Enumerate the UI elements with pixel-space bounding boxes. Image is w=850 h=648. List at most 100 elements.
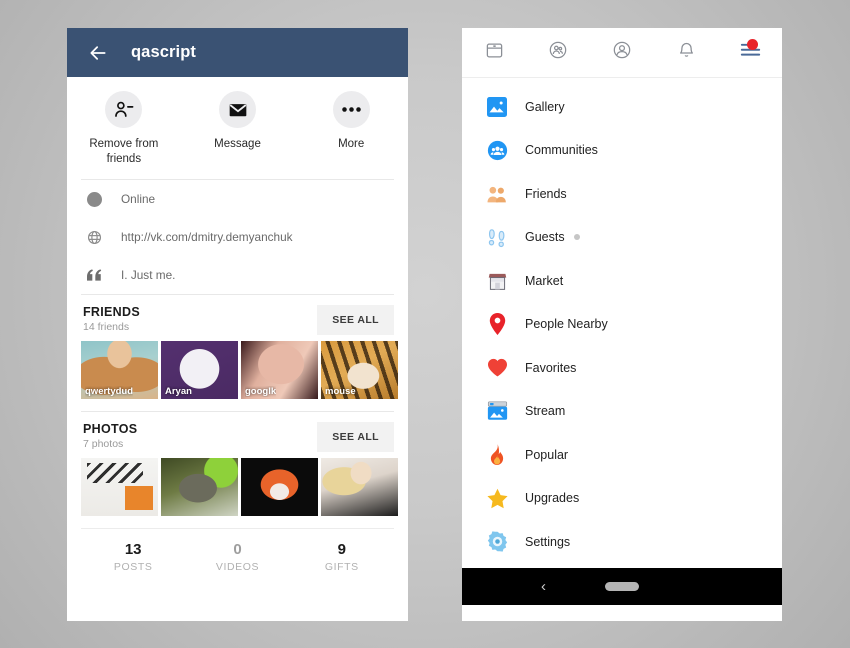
stat-value: 13 [124,541,142,558]
menu-item-label: Favorites [525,360,577,375]
quote-icon [83,269,105,281]
photos-section-title: PHOTOS [83,422,138,436]
menu-item-people-nearby[interactable]: People Nearby [462,303,782,347]
photos-thumbnail-strip [67,458,408,516]
menu-item-label: Friends [525,186,567,201]
website-url-text[interactable]: http://vk.com/dmitry.demyanchuk [121,230,293,244]
menu-item-label: Settings [525,534,571,549]
menu-item-popular[interactable]: Popular [462,433,782,477]
popular-fire-icon [486,444,508,466]
friend-thumbnail[interactable]: Aryan [161,341,238,399]
remove-from-friends-button[interactable]: Remove from friends [67,91,181,167]
menu-item-label: Gallery [525,99,565,114]
stat-videos[interactable]: 0 VIDEOS [185,541,289,573]
website-row[interactable]: http://vk.com/dmitry.demyanchuk [67,218,408,256]
action-label: Remove from friends [89,138,159,165]
guests-footprints-icon [486,226,508,248]
side-menu-list: Gallery Communities Friends Guests Marke… [462,78,782,568]
menu-item-favorites[interactable]: Favorites [462,346,782,390]
menu-item-label: Communities [525,143,598,158]
status-quote-row[interactable]: I. Just me. [67,256,408,294]
menu-item-gallery[interactable]: Gallery [462,85,782,129]
profile-screen-panel: qascript Remove from friends Message Mor… [67,28,408,621]
friends-count-label: 14 friends [83,321,130,333]
guests-status-dot [573,234,580,241]
menu-item-label: Popular [525,447,569,462]
photo-thumbnail[interactable] [81,458,158,516]
arrow-left-icon[interactable] [87,42,109,64]
page-title: qascript [131,43,196,61]
photos-section-header: PHOTOS 7 photos SEE ALL [67,412,408,458]
app-bar: qascript [67,28,408,77]
globe-icon [83,230,105,245]
stat-label: POSTS [113,561,153,573]
upgrades-star-icon [486,487,508,509]
friend-name-label: mouse [325,386,356,397]
nav-home-pill-icon[interactable] [605,582,639,591]
bell-icon [677,41,696,65]
profile-actions-row: Remove from friends Message More [67,77,408,179]
friends-section-title: FRIENDS [83,305,140,319]
nav-back-icon[interactable]: ‹ [541,578,546,595]
photo-thumbnail[interactable] [241,458,318,516]
profile-circle-icon [612,40,632,65]
menu-item-upgrades[interactable]: Upgrades [462,477,782,521]
status-quote-text: I. Just me. [121,268,176,282]
tab-notifications[interactable] [654,28,718,77]
stat-posts[interactable]: 13 POSTS [81,541,185,573]
message-button[interactable]: Message [181,91,295,167]
photo-thumbnail[interactable] [321,458,398,516]
menu-item-label: Guests [525,230,565,245]
menu-item-guests[interactable]: Guests [462,216,782,260]
people-nearby-pin-icon [486,313,508,336]
menu-item-label: Stream [525,404,566,419]
more-dots-icon [332,91,370,128]
online-status-text: Online [121,192,156,206]
friend-name-label: Aryan [165,386,192,397]
more-button[interactable]: More [294,91,408,167]
notification-badge [747,39,758,50]
friend-name-label: qwertydud [85,386,134,397]
online-status-row[interactable]: Online [67,180,408,218]
tab-menu[interactable] [718,28,782,77]
friend-thumbnail[interactable]: qwertydud [81,341,158,399]
top-tab-bar [462,28,782,78]
menu-item-friends[interactable]: Friends [462,172,782,216]
menu-item-market[interactable]: Market [462,259,782,303]
menu-item-settings[interactable]: Settings [462,520,782,564]
communities-icon [486,139,508,161]
news-feed-icon [485,41,504,65]
profile-stats-row: 13 POSTS 0 VIDEOS 9 GIFTS [81,528,394,587]
menu-item-communities[interactable]: Communities [462,129,782,173]
friend-thumbnail[interactable]: mouse [321,341,398,399]
market-store-icon [486,270,508,292]
tab-profile[interactable] [590,28,654,77]
friends-section-header: FRIENDS 14 friends SEE ALL [67,295,408,341]
settings-gear-icon [486,531,508,553]
menu-item-label: People Nearby [525,317,608,332]
friend-thumbnail[interactable]: googlk [241,341,318,399]
action-label: Message [214,138,261,150]
favorites-heart-icon [486,357,508,379]
friends-icon [486,183,508,205]
menu-item-label: Upgrades [525,491,580,506]
menu-item-stream[interactable]: Stream [462,390,782,434]
action-label: More [338,138,365,150]
groups-circle-icon [548,40,568,65]
stat-label: GIFTS [324,561,359,573]
stat-label: VIDEOS [215,561,260,573]
friends-see-all-button[interactable]: SEE ALL [317,305,394,335]
tab-news-feed[interactable] [462,28,526,77]
person-remove-icon [105,91,143,128]
tab-groups[interactable] [526,28,590,77]
friends-thumbnail-strip: qwertydud Aryan googlk mouse [67,341,408,399]
status-dot-icon [83,191,105,207]
stream-icon [486,400,508,422]
photos-see-all-button[interactable]: SEE ALL [317,422,394,452]
stat-value: 9 [337,541,346,558]
stat-gifts[interactable]: 9 GIFTS [290,541,394,573]
photo-thumbnail[interactable] [161,458,238,516]
photos-count-label: 7 photos [83,438,124,450]
menu-screen-panel: Gallery Communities Friends Guests Marke… [462,28,782,621]
android-navigation-bar: ‹ [462,568,782,605]
